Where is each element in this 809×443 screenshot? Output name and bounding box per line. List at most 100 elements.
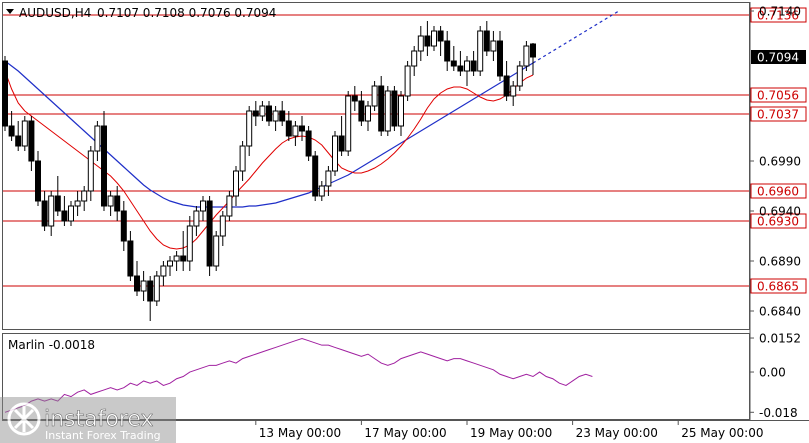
last-price-label: 0.7094 — [757, 51, 799, 65]
price-panel — [2, 2, 750, 330]
candle-body — [120, 210, 127, 242]
candle-body — [233, 170, 239, 197]
candle-body — [219, 215, 226, 237]
candle-body — [470, 60, 477, 72]
candle-body — [411, 50, 418, 67]
candle — [2, 56, 8, 131]
price-tick-label: 0.7140 — [759, 5, 801, 19]
oscillator-tick-label: 0.00 — [759, 366, 786, 380]
candle-body — [450, 60, 457, 67]
price-tick-label: 0.6840 — [759, 305, 801, 319]
candle-body — [28, 120, 35, 162]
candle — [371, 81, 378, 111]
candle-body — [318, 185, 325, 197]
candle-body — [464, 60, 470, 72]
candle-body — [365, 105, 371, 122]
candle — [213, 231, 220, 271]
candle-body — [398, 95, 404, 127]
candle-body — [48, 195, 55, 227]
candle-body — [15, 135, 22, 147]
candle-body — [358, 100, 365, 122]
time-tick-label: 23 May 00:00 — [576, 426, 658, 440]
time-tick-label: 19 May 00:00 — [470, 426, 552, 440]
level-price-label: 0.6960 — [757, 185, 799, 199]
candle-body — [173, 255, 180, 262]
instaforex-logo: instaforex Instant Forex Trading — [0, 397, 176, 443]
candle — [101, 111, 107, 211]
price-tick-label: 0.6890 — [759, 255, 801, 269]
candle-body — [530, 43, 536, 58]
candle-body — [153, 275, 160, 302]
candle-body — [417, 35, 424, 52]
indicator-label: Marlin -0.0018 — [8, 338, 95, 352]
time-axis-ticks: 13 May 00:00 17 May 00:00 19 May 00:00 23 M… — [255, 420, 763, 440]
candle-body — [490, 40, 497, 52]
level-price-label: 0.6865 — [757, 280, 799, 294]
candle-body — [147, 280, 154, 302]
candle-body — [87, 150, 94, 192]
candle-body — [61, 210, 68, 222]
candle-body — [252, 110, 259, 117]
candle — [391, 86, 398, 131]
candle-body — [292, 125, 299, 137]
candle-body — [180, 255, 187, 262]
candle-body — [266, 105, 272, 122]
candle-body — [510, 85, 517, 97]
oscillator-axis-ticks: 0.0152 0.00 -0.018 — [750, 332, 801, 420]
candle — [345, 91, 352, 156]
candle-body — [8, 125, 15, 137]
candle — [516, 61, 523, 91]
ohlc-values: 0.7107 0.7108 0.7076 0.7094 — [97, 6, 276, 20]
candle-body — [41, 200, 48, 227]
candle-body — [54, 195, 61, 212]
price-tick-label: 0.6990 — [759, 155, 801, 169]
candle — [384, 86, 391, 136]
candle-body — [325, 170, 332, 187]
candle-body — [437, 30, 444, 42]
candle-body — [2, 60, 8, 127]
candle-body — [299, 125, 305, 132]
candle-body — [206, 200, 213, 267]
candle-body — [424, 35, 431, 47]
candle-body — [431, 30, 437, 47]
candle-body — [35, 160, 41, 202]
candle-body — [351, 95, 358, 102]
candle-body — [312, 155, 319, 197]
candle-body — [371, 85, 378, 107]
candle-body — [193, 210, 200, 227]
candle-body — [279, 110, 286, 122]
time-tick-label: 17 May 00:00 — [364, 426, 446, 440]
candle-body — [213, 235, 220, 267]
chart-canvas: 0.71360.70560.70370.69600.69300.6865 0.7… — [0, 2, 809, 443]
candle — [21, 116, 28, 151]
candle-body — [246, 110, 253, 147]
candle-body — [134, 275, 140, 292]
candle-body — [483, 30, 490, 52]
candle-body — [186, 225, 193, 262]
candle-body — [523, 45, 530, 67]
candle-body — [285, 120, 292, 137]
candle-body — [259, 105, 266, 117]
candle-body — [21, 120, 28, 147]
candle — [153, 271, 160, 306]
candle — [305, 126, 312, 161]
level-price-label: 0.7037 — [757, 108, 799, 122]
oscillator-tick-label: 0.0152 — [759, 332, 801, 346]
oscillator-tick-label: -0.018 — [759, 406, 798, 420]
time-tick-label: 25 May 00:00 — [681, 426, 763, 440]
candle-body — [272, 110, 279, 122]
candle-body — [160, 265, 167, 277]
candle — [206, 196, 213, 276]
candle-body — [338, 135, 345, 152]
candle — [332, 131, 338, 176]
candle-body — [200, 200, 206, 212]
candle-body — [239, 145, 246, 172]
price-tick-label: 0.6940 — [759, 205, 801, 219]
candle-body — [332, 135, 338, 172]
candle-body — [68, 205, 74, 222]
candle-body — [516, 65, 523, 87]
candle-body — [101, 125, 107, 207]
candle-body — [378, 85, 385, 132]
candle — [226, 191, 233, 221]
candle-body — [444, 40, 451, 62]
